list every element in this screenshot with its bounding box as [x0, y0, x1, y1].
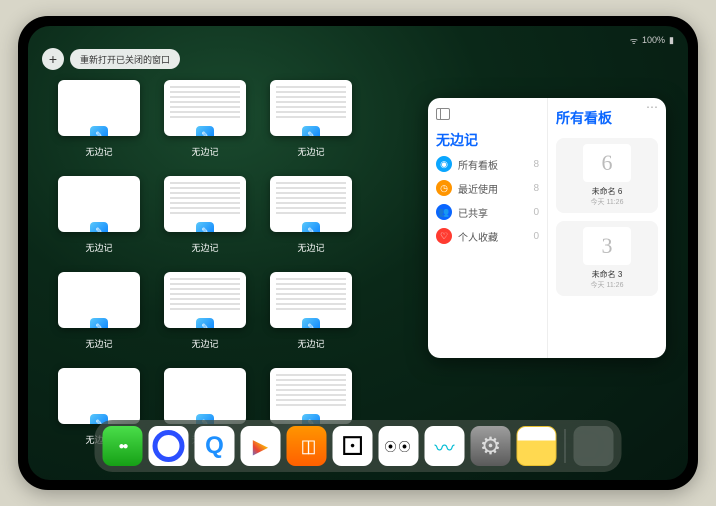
category-list: ◉ 所有看板 8 ◷ 最近使用 8 👥 已共享 0 ♡ 个人收藏 0 [436, 156, 539, 244]
window-preview [58, 176, 140, 232]
window-preview [270, 272, 352, 328]
window-thumb[interactable]: 无边记 [58, 176, 140, 254]
category-count: 8 [533, 183, 539, 194]
category-icon: ◉ [436, 156, 452, 172]
freeform-app-icon [196, 318, 214, 328]
window-preview [164, 176, 246, 232]
dock-divider [565, 429, 566, 463]
board-time: 今天 11:26 [591, 197, 624, 207]
category-item[interactable]: 👥 已共享 0 [436, 204, 539, 220]
window-thumb[interactable]: 无边记 [270, 176, 352, 254]
panel-main: 所有看板 6 未命名 6 今天 11:26 3 未命名 3 今天 11:26 [548, 98, 666, 358]
window-label: 无边记 [191, 145, 218, 158]
board-name: 未命名 3 [592, 269, 623, 280]
window-label: 无边记 [297, 241, 324, 254]
window-thumb[interactable]: 无边记 [270, 272, 352, 350]
window-label: 无边记 [85, 145, 112, 158]
category-label: 所有看板 [458, 157, 498, 172]
window-thumb[interactable]: 无边记 [270, 80, 352, 158]
category-label: 个人收藏 [458, 229, 498, 244]
battery-icon: ▮ [669, 35, 674, 46]
board-card[interactable]: 6 未命名 6 今天 11:26 [556, 138, 658, 213]
window-preview [58, 368, 140, 424]
board-card[interactable]: 3 未命名 3 今天 11:26 [556, 221, 658, 296]
reopen-closed-window-button[interactable]: 重新打开已关闭的窗口 [70, 49, 180, 69]
wifi-icon: ᯤ [630, 34, 638, 47]
window-label: 无边记 [191, 241, 218, 254]
window-preview [164, 80, 246, 136]
category-item[interactable]: ◉ 所有看板 8 [436, 156, 539, 172]
app-switcher-grid: 无边记 无边记 无边记 无边记 无边记 无边记 无边记 无边记 [58, 80, 408, 408]
screen: ᯤ 100% ▮ + 重新打开已关闭的窗口 无边记 无边记 无边记 无边记 [28, 26, 688, 480]
category-label: 已共享 [458, 205, 488, 220]
board-name: 未命名 6 [592, 186, 623, 197]
freeform-app-icon [90, 318, 108, 328]
panel-boards-title: 所有看板 [556, 108, 658, 128]
board-time: 今天 11:26 [591, 280, 624, 290]
freeform-app-icon [302, 222, 320, 232]
category-count: 0 [533, 231, 539, 242]
window-thumb[interactable]: 无边记 [164, 272, 246, 350]
window-thumb[interactable]: 无边记 [164, 80, 246, 158]
freeform-panel[interactable]: 无边记 ◉ 所有看板 8 ◷ 最近使用 8 👥 已共享 0 ♡ 个人收藏 0 所… [428, 98, 666, 358]
window-label: 无边记 [85, 337, 112, 350]
freeform-app-icon [196, 222, 214, 232]
dock-icon-qq-browser[interactable] [195, 426, 235, 466]
dock-icon-play[interactable] [241, 426, 281, 466]
window-thumb[interactable]: 无边记 [164, 176, 246, 254]
category-icon: 👥 [436, 204, 452, 220]
window-label: 无边记 [297, 337, 324, 350]
window-preview [58, 80, 140, 136]
board-preview: 6 [583, 144, 631, 182]
window-preview [270, 80, 352, 136]
board-preview: 3 [583, 227, 631, 265]
freeform-app-icon [90, 126, 108, 136]
new-window-button[interactable]: + [42, 48, 64, 70]
boards-list: 6 未命名 6 今天 11:26 3 未命名 3 今天 11:26 [556, 138, 658, 296]
panel-sidebar-title: 无边记 [436, 130, 539, 150]
ipad-device: ᯤ 100% ▮ + 重新打开已关闭的窗口 无边记 无边记 无边记 无边记 [18, 16, 698, 490]
freeform-app-icon [90, 222, 108, 232]
status-bar: ᯤ 100% ▮ [28, 32, 688, 48]
sidebar-toggle-icon[interactable] [436, 108, 450, 120]
dock-icon-quark[interactable] [149, 426, 189, 466]
category-count: 0 [533, 207, 539, 218]
freeform-app-icon [302, 126, 320, 136]
dock-icon-settings[interactable] [471, 426, 511, 466]
category-count: 8 [533, 159, 539, 170]
panel-sidebar: 无边记 ◉ 所有看板 8 ◷ 最近使用 8 👥 已共享 0 ♡ 个人收藏 0 [428, 98, 548, 358]
window-preview [164, 272, 246, 328]
window-preview [164, 368, 246, 424]
dock [95, 420, 622, 472]
category-item[interactable]: ◷ 最近使用 8 [436, 180, 539, 196]
window-preview [58, 272, 140, 328]
dock-icon-notes[interactable] [517, 426, 557, 466]
window-label: 无边记 [191, 337, 218, 350]
window-preview [270, 176, 352, 232]
category-item[interactable]: ♡ 个人收藏 0 [436, 228, 539, 244]
category-icon: ◷ [436, 180, 452, 196]
window-thumb[interactable]: 无边记 [58, 272, 140, 350]
dock-app-library[interactable] [574, 426, 614, 466]
freeform-app-icon [196, 126, 214, 136]
category-icon: ♡ [436, 228, 452, 244]
window-label: 无边记 [85, 241, 112, 254]
window-thumb[interactable]: 无边记 [58, 80, 140, 158]
dock-icon-freeform[interactable] [425, 426, 465, 466]
battery-percent: 100% [642, 35, 665, 45]
dock-icon-dice[interactable] [333, 426, 373, 466]
dock-icon-camo[interactable] [379, 426, 419, 466]
dock-icon-wechat[interactable] [103, 426, 143, 466]
category-label: 最近使用 [458, 181, 498, 196]
freeform-app-icon [302, 318, 320, 328]
window-preview [270, 368, 352, 424]
dock-icon-books[interactable] [287, 426, 327, 466]
window-label: 无边记 [297, 145, 324, 158]
